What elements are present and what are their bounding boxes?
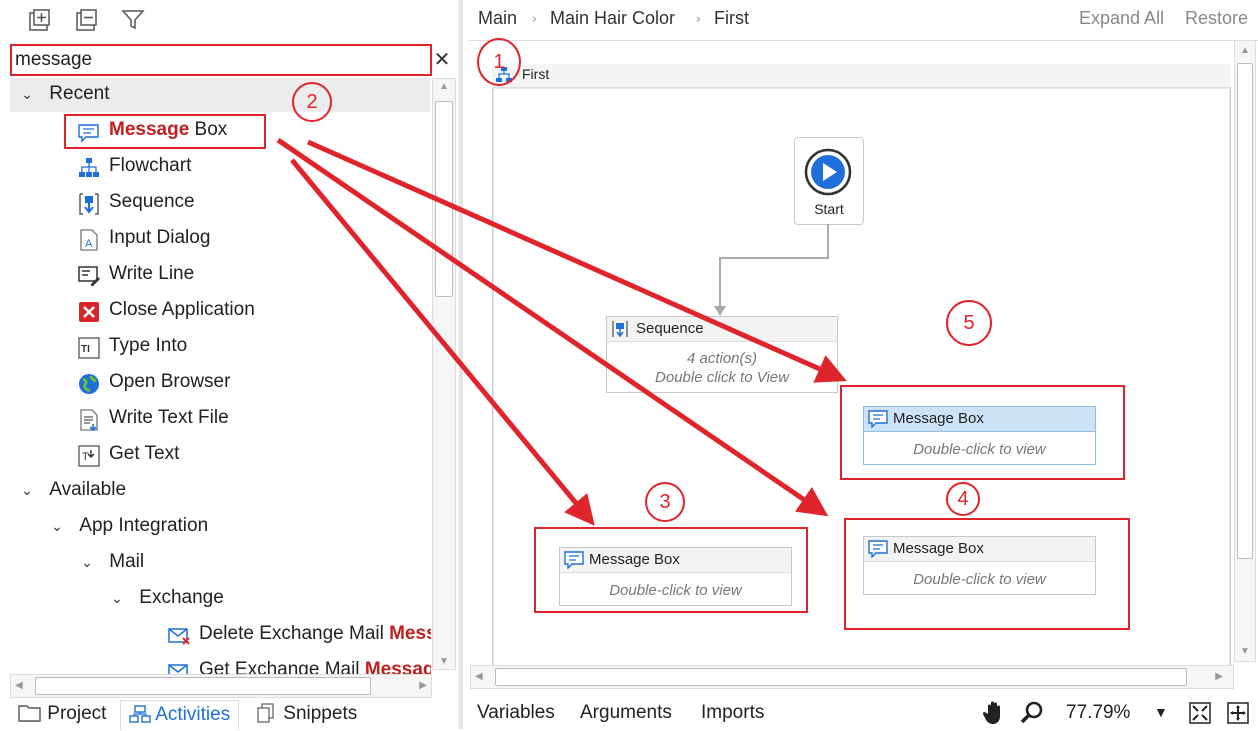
zoom-level[interactable]: 77.79% [1066,700,1130,726]
arrow-to-box-4 [276,137,829,517]
arrow-to-box-3 [290,158,595,526]
arguments-tab[interactable]: Arguments [580,700,672,726]
zoom-search-icon[interactable] [1020,701,1044,730]
fit-to-screen-icon[interactable] [1188,701,1212,730]
reset-zoom-icon[interactable] [1226,701,1250,730]
variables-tab[interactable]: Variables [477,700,555,726]
hand-pan-icon[interactable] [982,700,1006,731]
imports-tab[interactable]: Imports [701,700,764,726]
annotation-arrows [276,137,847,526]
zoom-dropdown-icon[interactable]: ▼ [1154,704,1168,720]
